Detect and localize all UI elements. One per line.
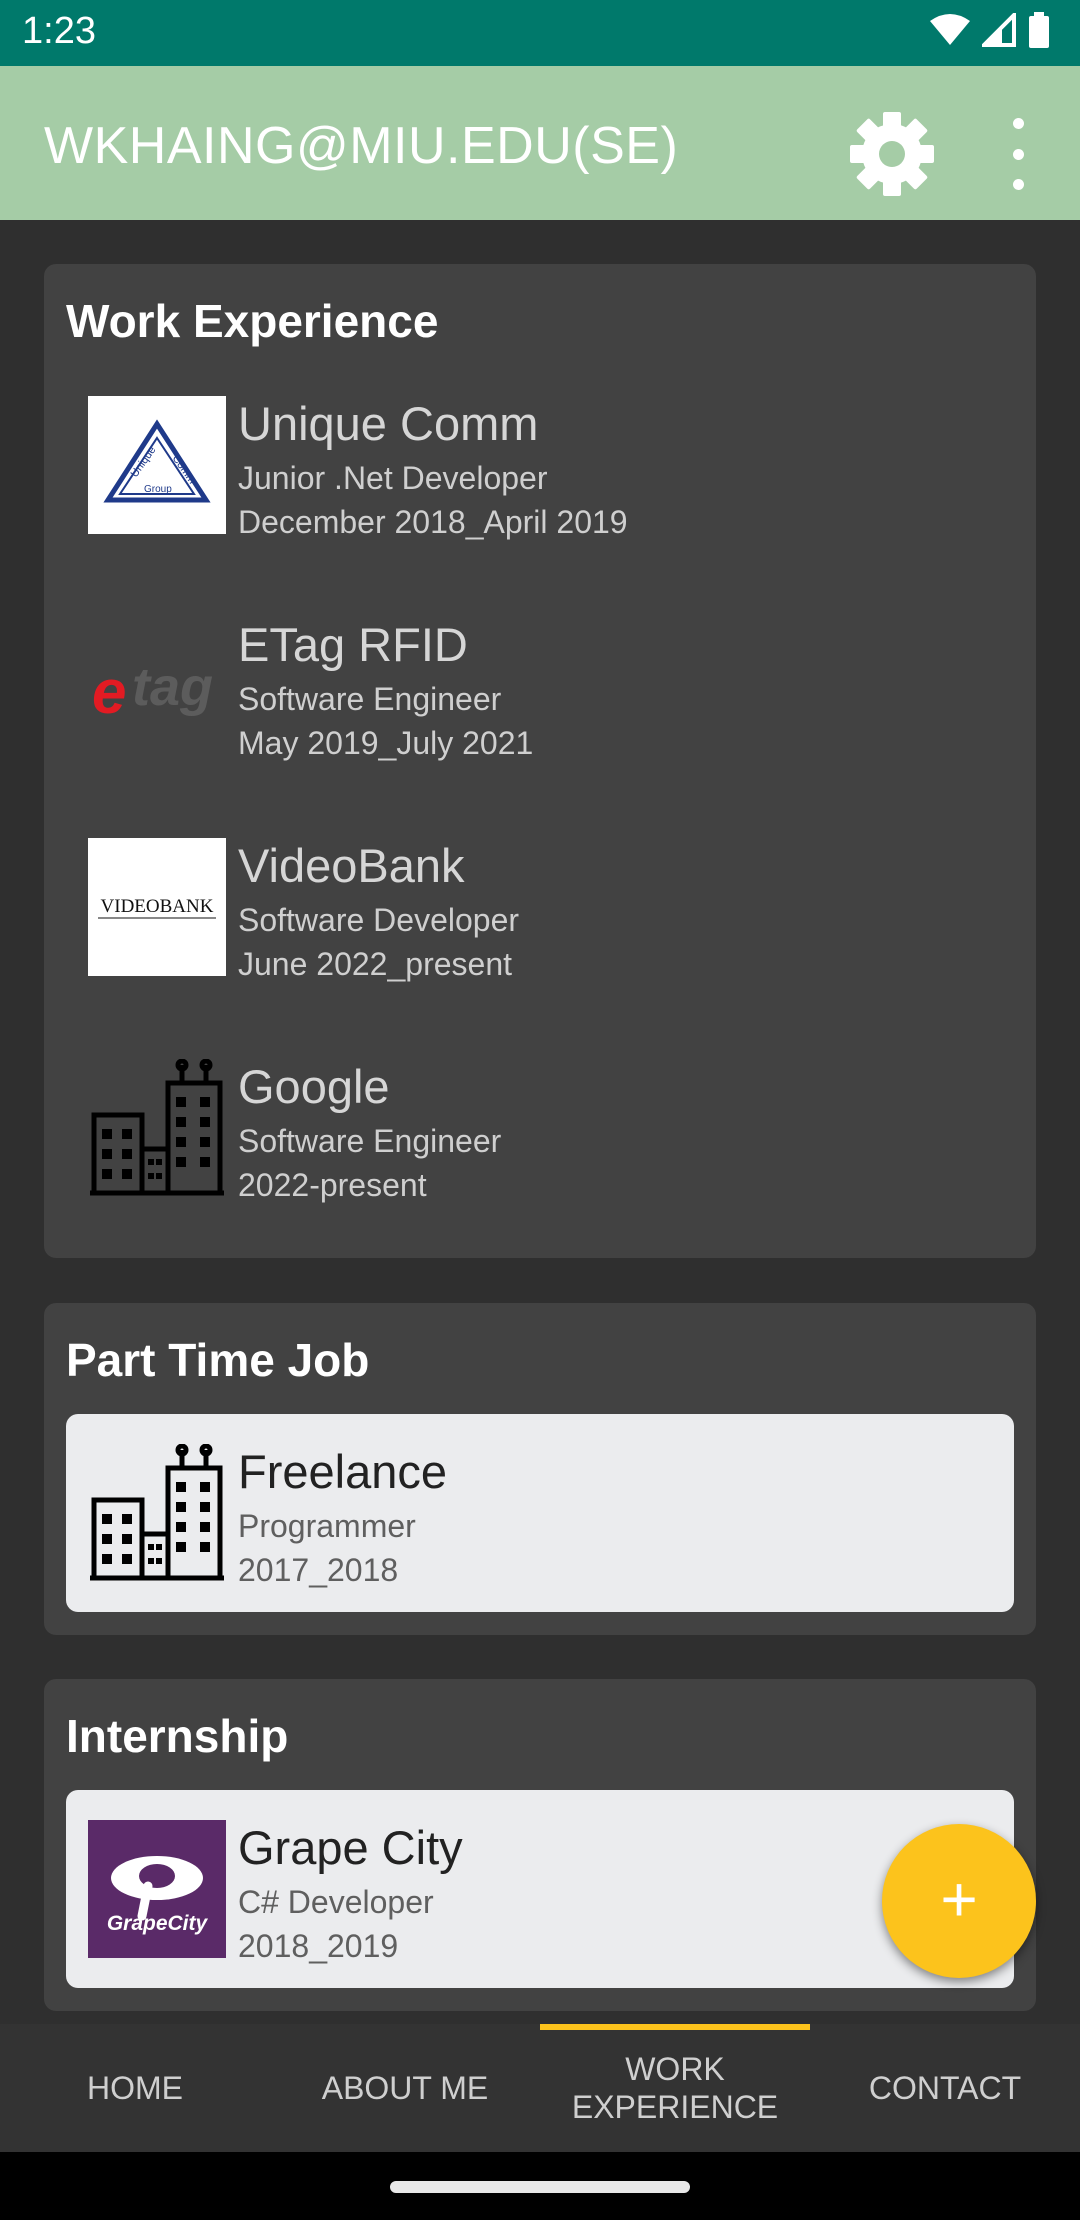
grapecity-logo: GrapeCity [88, 1820, 226, 1958]
job-item-google[interactable]: Google Software Engineer 2022-present [44, 1039, 1036, 1239]
status-bar: 1:23 [0, 0, 1080, 66]
signal-icon [982, 13, 1016, 47]
job-role: Software Engineer [238, 681, 502, 717]
job-dates: May 2019_July 2021 [238, 725, 534, 761]
job-dates: 2017_2018 [238, 1552, 399, 1588]
buildings-icon [90, 1059, 224, 1196]
job-company: Grape City [238, 1821, 463, 1874]
app-title: WKHAING@MIU.EDU(SE) [44, 117, 679, 175]
settings-gear-icon[interactable] [848, 110, 936, 198]
svg-text:Group: Group [144, 484, 172, 495]
job-dates: June 2022_present [238, 946, 512, 982]
job-company: ETag RFID [238, 618, 468, 671]
job-item-grape-city[interactable]: GrapeCity Grape City C# Developer 2018_2… [66, 1790, 1014, 1988]
selected-tab-indicator [540, 2024, 810, 2030]
unique-comm-logo: Unique Comm Group [88, 396, 226, 534]
work-experience-card: Work Experience Unique Comm Group Unique… [44, 264, 1036, 1258]
videobank-logo: VIDEOBANK [88, 838, 226, 976]
plus-icon: + [940, 1863, 978, 1935]
job-role: Software Engineer [238, 1123, 502, 1159]
svg-text:VIDEOBANK: VIDEOBANK [101, 896, 214, 917]
job-dates: 2018_2019 [238, 1928, 399, 1964]
overflow-menu-icon[interactable] [996, 118, 1040, 190]
job-item-etag-rfid[interactable]: e tag ETag RFID Software Engineer May 20… [44, 597, 1036, 797]
part-time-job-card: Part Time Job Freelance Programmer 2017_… [44, 1303, 1036, 1635]
buildings-icon [90, 1444, 224, 1581]
part-time-job-title: Part Time Job [66, 1334, 370, 1386]
job-item-unique-comm[interactable]: Unique Comm Group Unique Comm Junior .Ne… [44, 376, 1036, 576]
status-time: 1:23 [22, 10, 96, 52]
tab-about-me[interactable]: ABOUT ME [270, 2024, 540, 2152]
svg-text:tag: tag [132, 657, 213, 717]
job-dates: December 2018_April 2019 [238, 504, 628, 540]
svg-text:GrapeCity: GrapeCity [107, 1912, 209, 1935]
svg-text:e: e [92, 658, 126, 727]
job-company: Google [238, 1060, 390, 1113]
system-navigation-bar [0, 2152, 1080, 2220]
job-role: Programmer [238, 1508, 416, 1544]
add-fab-button[interactable]: + [882, 1824, 1036, 1978]
battery-icon [1029, 12, 1049, 48]
etag-logo: e tag [92, 657, 213, 727]
status-icons [930, 12, 1050, 48]
app-bar: WKHAING@MIU.EDU(SE) [0, 66, 1080, 220]
job-company: Freelance [238, 1445, 447, 1498]
work-experience-title: Work Experience [66, 295, 439, 347]
wifi-icon [930, 14, 970, 45]
job-role: C# Developer [238, 1884, 434, 1920]
internship-title: Internship [66, 1710, 289, 1762]
tab-contact[interactable]: CONTACT [810, 2024, 1080, 2152]
job-company: Unique Comm [238, 397, 539, 450]
home-gesture-handle[interactable] [390, 2181, 690, 2193]
tab-work-experience[interactable]: WORK EXPERIENCE [540, 2024, 810, 2152]
job-item-freelance[interactable]: Freelance Programmer 2017_2018 [66, 1414, 1014, 1612]
job-role: Software Developer [238, 902, 520, 938]
bottom-tab-bar: HOME ABOUT ME WORK EXPERIENCE CONTACT [0, 2024, 1080, 2152]
job-item-videobank[interactable]: VIDEOBANK VideoBank Software Developer J… [44, 818, 1036, 1018]
job-dates: 2022-present [238, 1167, 427, 1203]
job-role: Junior .Net Developer [238, 460, 548, 496]
job-company: VideoBank [238, 839, 465, 892]
tab-home[interactable]: HOME [0, 2024, 270, 2152]
